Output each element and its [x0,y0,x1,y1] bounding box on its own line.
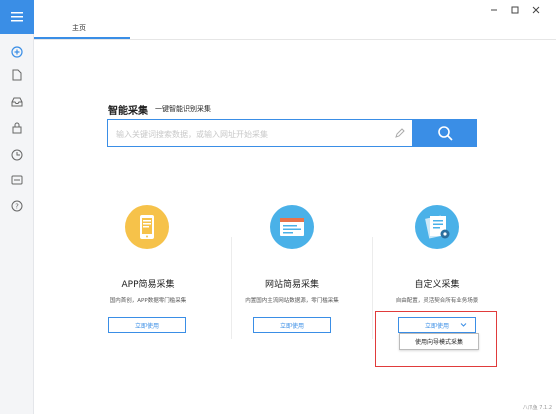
watermark: 八爪鱼 7.1.2 [522,405,552,411]
sidebar-item-tasks[interactable] [9,67,25,83]
hamburger-icon [11,12,23,22]
clock-icon [11,149,23,161]
custom-collect-desc: 自由配置，灵活契合所有业务场景 [395,298,479,304]
search-button[interactable] [412,119,477,147]
pen-icon[interactable] [394,127,406,139]
plus-circle-icon [11,46,23,58]
phone-icon [125,205,169,249]
search-icon [437,126,453,141]
website-collect-desc: 内置国内主流网站数据源，零门槛采集 [245,298,339,304]
sidebar-item-account[interactable] [9,120,25,136]
sidebar: ? [0,0,34,414]
close-icon [532,6,540,14]
maximize-icon [511,6,519,14]
browser-icon [270,205,314,249]
chat-icon [11,175,23,185]
custom-collect-title: 自定义采集 [414,280,460,290]
inbox-icon [11,97,23,107]
svg-text:?: ? [15,203,19,211]
file-icon [12,69,22,81]
tab-home-label: 主页 [72,24,86,32]
app-collect-title: APP简易采集 [121,280,175,290]
sidebar-item-help[interactable]: ? [9,198,25,214]
menu-button[interactable] [0,0,34,34]
tab-divider [34,39,556,40]
smart-collect-subtitle: 一键智能识别采集 [155,105,211,113]
sidebar-item-data[interactable] [9,94,25,110]
sidebar-item-history[interactable] [9,147,25,163]
website-collect-title: 网站简易采集 [264,280,319,290]
sidebar-item-messages[interactable] [9,172,25,188]
lock-icon [12,122,22,134]
search-box [107,119,412,147]
sidebar-item-new[interactable] [9,44,25,60]
website-collect-button[interactable]: 立即使用 [253,317,331,333]
tab-home[interactable]: 主页 [34,17,130,39]
dropdown-option-wizard-mode[interactable]: 使用向导模式采集 [399,333,479,350]
smart-collect-title: 智能采集 [108,106,148,117]
help-icon: ? [11,200,23,212]
app-collect-desc: 国内首创，APP数据零门槛采集 [109,298,187,304]
minimize-button[interactable] [485,3,503,17]
app-collect-button[interactable]: 立即使用 [108,317,186,333]
documents-gear-icon [415,205,459,249]
minimize-icon [491,9,497,11]
search-input[interactable] [116,126,386,142]
maximize-button[interactable] [506,3,524,17]
close-button[interactable] [527,3,545,17]
